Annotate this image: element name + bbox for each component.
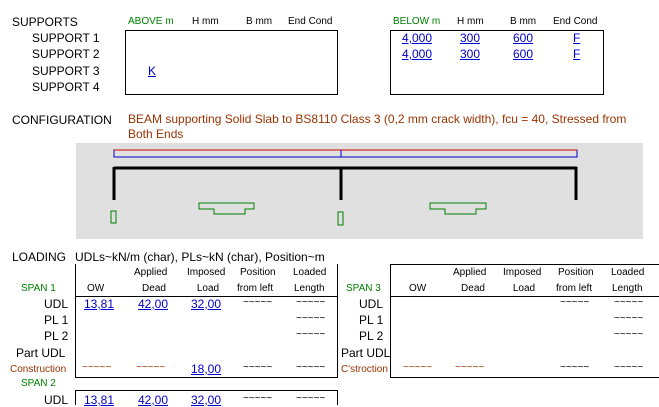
below-end-header: End Cond (553, 16, 598, 27)
span3-pl2-label: PL 2 (359, 329, 384, 343)
span1-pl2-label: PL 2 (44, 329, 69, 343)
span3-bottom-border (390, 377, 659, 378)
beam-section-1 (198, 202, 255, 215)
span3-part-udl-label: Part UDL (341, 346, 391, 360)
span3-udl-label: UDL (359, 297, 384, 311)
span1-imposed-header: Imposed (187, 267, 226, 278)
span1-construction-dead[interactable]: ~~~~~ (136, 362, 165, 373)
above-header: ABOVE m (128, 16, 174, 27)
span1-fromleft-header: from left (237, 283, 274, 294)
span2-udl-length[interactable]: ~~~~~ (296, 393, 325, 404)
span1-left-border (75, 264, 76, 378)
above-h-header: H mm (192, 16, 219, 27)
above-end-header: End Cond (288, 16, 333, 27)
span3-pl1-label: PL 1 (359, 313, 384, 327)
span1-pl2-length[interactable]: ~~~~~ (296, 329, 325, 340)
beam-line (112, 166, 578, 200)
span1-udl-label: UDL (44, 297, 69, 311)
support-2-end-cond[interactable]: F (573, 47, 580, 61)
below-header: BELOW m (393, 16, 441, 27)
support-1-below-value[interactable]: 4,000 (402, 31, 432, 45)
span2-udl-position[interactable]: ~~~~~ (243, 393, 272, 404)
beam-diagram (76, 143, 643, 239)
span3-ow-header: OW (409, 283, 427, 294)
span2-right-border (337, 390, 338, 405)
below-b-header: B mm (510, 16, 537, 27)
span1-construction-ow[interactable]: ~~~~~ (82, 362, 111, 373)
span1-pl1-label: PL 1 (44, 313, 69, 327)
support-1-b-value[interactable]: 600 (513, 31, 533, 45)
span3-length-header: Length (612, 283, 643, 294)
span1-pl1-length[interactable]: ~~~~~ (296, 313, 325, 324)
span1-part-udl-label: Part UDL (16, 346, 66, 360)
span1-position-header: Position (240, 267, 276, 278)
below-h-header: H mm (457, 16, 484, 27)
support-2-h-value[interactable]: 300 (460, 47, 480, 61)
configuration-description-line2: Both Ends (128, 127, 184, 141)
support-3-above-end-cond[interactable]: K (148, 64, 156, 78)
loading-units: UDLs~kN/m (char), PLs~kN (char), Positio… (75, 250, 325, 264)
span3-loaded-header: Loaded (611, 267, 645, 278)
support-1-end-cond[interactable]: F (573, 31, 580, 45)
span3-fromleft-header: from left (556, 283, 593, 294)
span2-left-border (75, 390, 76, 405)
span3-position-header: Position (558, 267, 594, 278)
support-2-b-value[interactable]: 600 (513, 47, 533, 61)
span3-pl1-length[interactable]: ~~~~~ (614, 313, 643, 324)
span3-udl-position[interactable]: ~~~~~ (560, 297, 589, 308)
support-1-label: SUPPORT 1 (32, 31, 100, 45)
support-2-below-value[interactable]: 4,000 (402, 47, 432, 61)
span1-construction-imposed[interactable]: 18,00 (191, 362, 221, 376)
support-3-label: SUPPORT 3 (32, 64, 100, 78)
span3-construction-label: C'stroction (341, 364, 388, 375)
above-support-table (125, 30, 338, 95)
span3-construction-dead[interactable]: ~~~~~ (455, 362, 484, 373)
support-1-h-value[interactable]: 300 (460, 31, 480, 45)
configuration-description-line1: BEAM supporting Solid Slab to BS8110 Cla… (128, 112, 627, 126)
span3-udl-length[interactable]: ~~~~~ (614, 297, 643, 308)
span1-length-header: Length (294, 283, 325, 294)
span1-applied-header: Applied (134, 267, 168, 278)
support-2-label: SUPPORT 2 (32, 47, 100, 61)
span3-left-border (390, 264, 391, 378)
span3-construction-ow[interactable]: ~~~~~ (403, 362, 432, 373)
span1-udl-length[interactable]: ~~~~~ (296, 297, 325, 308)
configuration-label: CONFIGURATION (12, 113, 112, 127)
span1-loaded-header: Loaded (293, 267, 327, 278)
span1-udl-imposed[interactable]: 32,00 (191, 297, 221, 311)
span1-udl-dead[interactable]: 42,00 (138, 297, 168, 311)
above-b-header: B mm (246, 16, 273, 27)
span1-title: SPAN 1 (21, 283, 56, 294)
span1-construction-length[interactable]: ~~~~~ (296, 362, 325, 373)
span1-load-header: Load (196, 283, 220, 294)
span2-title: SPAN 2 (21, 378, 56, 389)
span1-construction-position[interactable]: ~~~~~ (243, 362, 272, 373)
span1-right-border (337, 264, 338, 378)
span3-imposed-header: Imposed (503, 267, 542, 278)
span3-dead-header: Dead (461, 283, 485, 294)
support-markers (110, 210, 344, 226)
span3-pl2-length[interactable]: ~~~~~ (614, 329, 643, 340)
span2-top-border (75, 390, 338, 391)
span1-ow-header: OW (87, 283, 105, 294)
beam-section-2 (429, 202, 487, 215)
span3-load-header: Load (512, 283, 536, 294)
span1-udl-ow[interactable]: 13,81 (84, 297, 114, 311)
supports-title: SUPPORTS (12, 15, 78, 29)
loading-label: LOADING (12, 250, 67, 264)
slab-outline (113, 149, 578, 158)
support-4-label: SUPPORT 4 (32, 80, 100, 94)
span3-construction-position[interactable]: ~~~~~ (560, 362, 589, 373)
span3-construction-length[interactable]: ~~~~~ (614, 362, 643, 373)
span1-udl-position[interactable]: ~~~~~ (243, 297, 272, 308)
span1-bottom-border (75, 377, 338, 378)
span3-title: SPAN 3 (346, 283, 381, 294)
span1-construction-label: Construction (10, 364, 67, 375)
span3-top-border (390, 264, 659, 265)
span1-dead-header: Dead (142, 283, 166, 294)
span3-applied-header: Applied (453, 267, 487, 278)
